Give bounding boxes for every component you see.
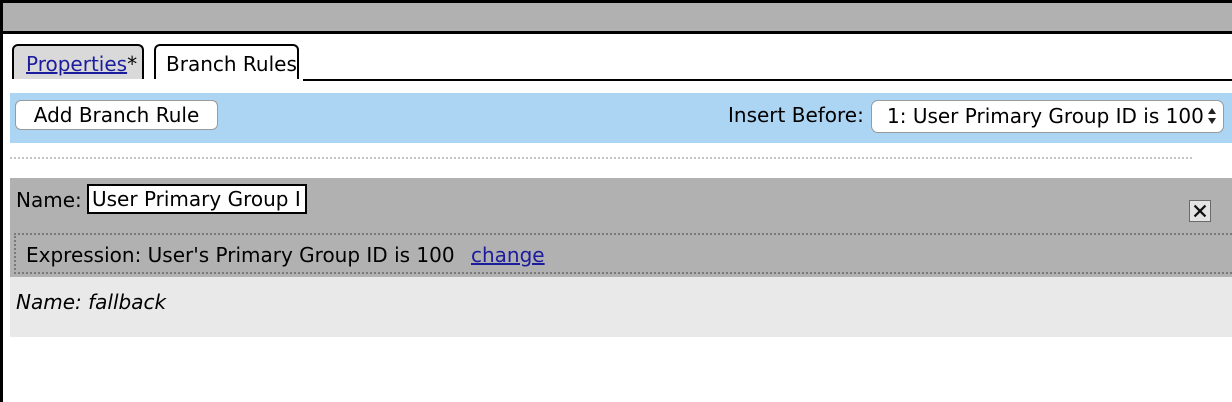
- expression-row: Expression: User's Primary Group ID is 1…: [14, 233, 1232, 274]
- branch-rule-panel: Name: Expression: User's Primary Group I…: [10, 178, 1232, 277]
- window-left-border: [0, 0, 3, 402]
- change-expression-link[interactable]: change: [471, 243, 545, 267]
- insert-before-select[interactable]: 1: User Primary Group ID is 100: [871, 100, 1224, 133]
- rule-name-input[interactable]: [87, 184, 307, 214]
- insert-before-value: 1: User Primary Group ID is 100: [887, 104, 1204, 128]
- close-x-icon[interactable]: [1189, 200, 1211, 222]
- window-title-bar: [0, 0, 1232, 34]
- insert-before-label: Insert Before:: [728, 103, 864, 127]
- rule-name-label: Name:: [16, 188, 82, 212]
- tab-baseline: [303, 79, 1232, 81]
- tab-branch-rules-label: Branch Rules: [166, 52, 297, 76]
- tab-properties-modified-marker: *: [127, 52, 138, 76]
- fallback-rule-name: Name: fallback: [16, 290, 167, 314]
- add-branch-rule-button[interactable]: Add Branch Rule: [15, 100, 218, 130]
- tab-properties[interactable]: Properties*: [12, 44, 144, 79]
- section-divider: [10, 157, 1192, 159]
- tab-branch-rules[interactable]: Branch Rules: [154, 44, 299, 79]
- select-updown-arrows-icon: [1208, 108, 1216, 124]
- fallback-rule-panel: Name: fallback: [10, 277, 1232, 337]
- branch-rules-toolbar: Add Branch Rule Insert Before: 1: User P…: [10, 93, 1232, 143]
- tab-properties-link[interactable]: Properties: [26, 52, 127, 76]
- expression-text: Expression: User's Primary Group ID is 1…: [26, 243, 455, 267]
- tab-strip: Properties* Branch Rules: [10, 44, 1232, 82]
